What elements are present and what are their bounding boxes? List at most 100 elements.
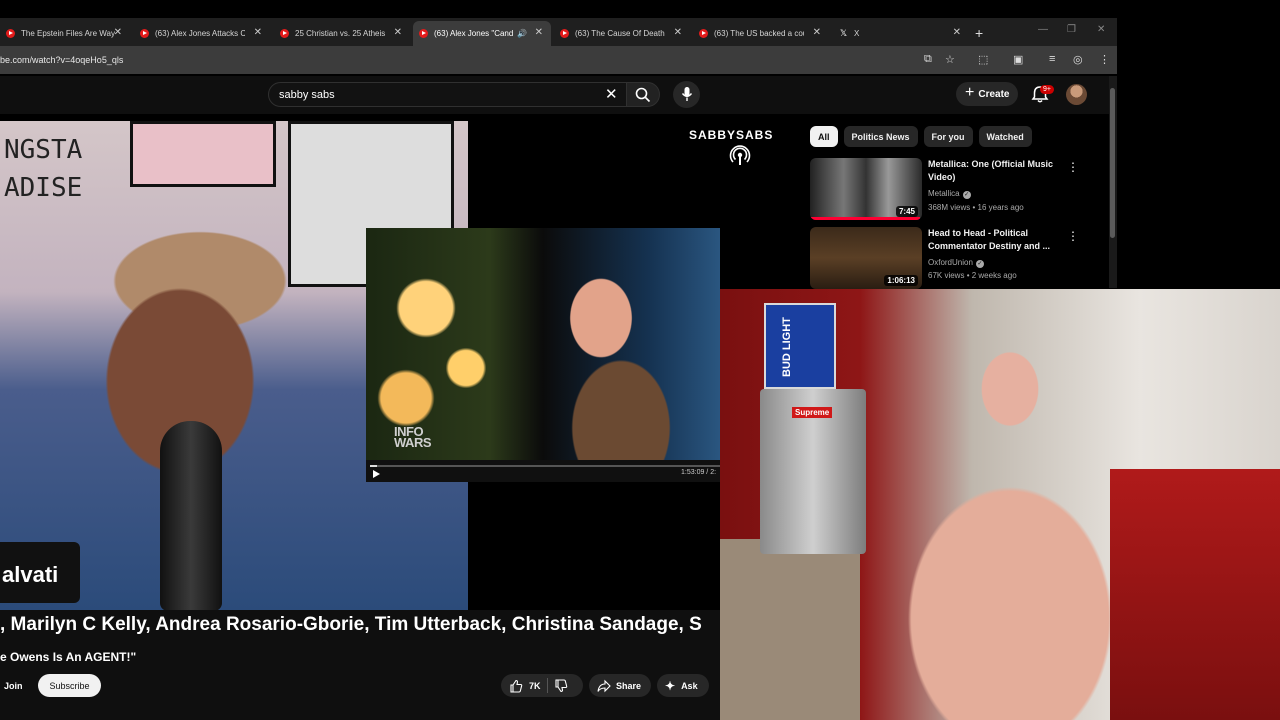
sparkle-icon: ✦ xyxy=(665,678,676,693)
close-tab-icon[interactable]: ✕ xyxy=(114,27,122,38)
upload-age: 16 years ago xyxy=(977,203,1024,212)
like-count[interactable]: 7K xyxy=(529,681,541,691)
filter-chips: All Politics News For you Watched xyxy=(810,126,1032,147)
share-icon xyxy=(597,679,611,692)
youtube-header: sabby sabs ✕ + Create xyxy=(0,76,1117,114)
tab-title: X xyxy=(854,29,860,38)
browser-tab[interactable]: (63) The Cause Of Death ✕ xyxy=(554,21,690,46)
avatar[interactable] xyxy=(1066,84,1087,105)
menu-icon[interactable]: ⋮ xyxy=(1099,53,1110,66)
channel-watermark: SABBYSABS xyxy=(689,128,774,142)
channel-name[interactable]: OxfordUnion ✓ xyxy=(928,258,984,268)
view-count: 368M views xyxy=(928,203,971,212)
install-icon[interactable]: ⧉ xyxy=(924,53,932,66)
join-button[interactable]: Join xyxy=(0,674,30,697)
ask-label: Ask xyxy=(681,680,698,691)
window-close-icon[interactable]: ✕ xyxy=(1097,24,1105,35)
browser-tab[interactable]: 25 Christian vs. 25 Atheist ✕ xyxy=(274,21,410,46)
box-label: BUD LIGHT xyxy=(781,317,793,377)
share-button[interactable]: Share xyxy=(589,674,651,697)
more-actions-icon[interactable]: ⋮ xyxy=(1067,229,1079,243)
browser-tab[interactable]: (63) The US backed a cou ✕ xyxy=(693,21,829,46)
close-tab-icon[interactable]: ✕ xyxy=(813,27,821,38)
tab-title: (63) The US backed a cou xyxy=(714,29,804,38)
chip-all[interactable]: All xyxy=(810,126,838,147)
create-button[interactable]: + Create xyxy=(956,82,1018,106)
minimize-icon[interactable]: — xyxy=(1038,24,1048,35)
video-meta: 67K views • 2 weeks ago xyxy=(928,271,1017,280)
x-logo-icon: 𝕏 xyxy=(839,28,848,38)
browser-tab-active[interactable]: (63) Alex Jones "Cand 🔊 ✕ xyxy=(413,21,551,46)
close-tab-icon[interactable]: ✕ xyxy=(254,27,262,38)
thumbs-down-icon[interactable] xyxy=(554,678,568,693)
close-tab-icon[interactable]: ✕ xyxy=(674,27,682,38)
chip-watched[interactable]: Watched xyxy=(978,126,1032,147)
channel-name[interactable]: Metallica ✓ xyxy=(928,189,971,199)
maximize-icon[interactable]: ❐ xyxy=(1067,24,1076,35)
microphone-icon xyxy=(681,87,693,101)
duration-badge: 1:06:13 xyxy=(884,275,918,286)
youtube-icon xyxy=(699,29,708,38)
recommendation-title[interactable]: Metallica: One (Official Music Video) xyxy=(928,158,1058,184)
tab-title: (63) Alex Jones Attacks Ca xyxy=(155,29,245,38)
wall-sign: NGSTA ADISE xyxy=(4,135,83,203)
clip-progress-bar xyxy=(370,465,720,467)
youtube-icon xyxy=(6,29,15,38)
address-bar: be.com/watch?v=4oqeHo5_qls ⧉ ☆ ⬚ ▣ ≡ ◎ ⋮ xyxy=(0,46,1117,74)
video-title: e Owens Is An AGENT!" xyxy=(0,650,137,664)
browser-tab[interactable]: 𝕏 X ✕ xyxy=(833,21,969,46)
youtube-icon xyxy=(560,29,569,38)
tab-title: 25 Christian vs. 25 Atheist xyxy=(295,29,385,38)
close-tab-icon[interactable]: ✕ xyxy=(953,27,961,38)
ask-button[interactable]: ✦ Ask xyxy=(657,674,709,697)
recommendation-title[interactable]: Head to Head - Political Commentator Des… xyxy=(928,227,1058,253)
search-input[interactable]: sabby sabs xyxy=(279,89,335,101)
red-bed xyxy=(1110,469,1280,720)
infowars-logo: INFO WARS xyxy=(394,425,432,449)
play-icon xyxy=(373,470,380,478)
lower-third-name: alvati xyxy=(2,562,59,587)
split-icon[interactable]: ▣ xyxy=(1013,53,1023,66)
chip-for-you[interactable]: For you xyxy=(923,126,973,147)
tab-title: (63) Alex Jones "Cand xyxy=(434,29,514,38)
search-button[interactable] xyxy=(626,82,660,107)
divider xyxy=(546,678,548,693)
clear-search-icon[interactable]: ✕ xyxy=(605,85,618,103)
share-label: Share xyxy=(616,680,642,691)
studio-microphone xyxy=(160,421,222,610)
verified-icon: ✓ xyxy=(975,260,984,268)
subscribe-button[interactable]: Subscribe xyxy=(38,674,101,697)
watched-progress xyxy=(810,217,920,220)
podcast-icon xyxy=(729,145,751,165)
url-field[interactable]: be.com/watch?v=4oqeHo5_qls xyxy=(0,55,123,65)
recommendation-item[interactable]: 7:45 Metallica: One (Official Music Vide… xyxy=(810,158,1110,220)
media-icon[interactable]: ≡ xyxy=(1049,53,1055,65)
browser-tab[interactable]: The Epstein Files Are Way ✕ xyxy=(0,21,130,46)
search-box[interactable]: sabby sabs ✕ xyxy=(268,82,628,107)
close-tab-icon[interactable]: ✕ xyxy=(394,27,402,38)
video-thumbnail[interactable]: 1:06:13 xyxy=(810,227,922,289)
close-tab-icon[interactable]: ✕ xyxy=(535,27,543,38)
scrollbar-thumb[interactable] xyxy=(1110,88,1115,238)
video-thumbnail[interactable]: 7:45 xyxy=(810,158,922,220)
clip-progress-fill xyxy=(370,465,377,467)
upload-age: 2 weeks ago xyxy=(971,271,1017,280)
duration-badge: 7:45 xyxy=(895,206,918,217)
browser-tab[interactable]: (63) Alex Jones Attacks Ca ✕ xyxy=(134,21,270,46)
speaker-icon[interactable]: 🔊 xyxy=(517,29,527,38)
verified-icon: ✓ xyxy=(962,191,971,199)
youtube-icon xyxy=(280,29,289,38)
profile-icon[interactable]: ◎ xyxy=(1073,53,1083,66)
channel-name-text: Metallica xyxy=(928,189,960,198)
notification-badge: 9+ xyxy=(1040,85,1054,94)
new-tab-icon[interactable]: + xyxy=(975,25,983,41)
voice-search-button[interactable] xyxy=(673,81,700,108)
wall-poster xyxy=(130,121,276,187)
plus-icon: + xyxy=(965,84,975,101)
more-actions-icon[interactable]: ⋮ xyxy=(1067,160,1079,174)
thumbs-up-icon[interactable] xyxy=(509,679,523,693)
extensions-icon[interactable]: ⬚ xyxy=(978,53,988,66)
star-icon[interactable]: ☆ xyxy=(945,53,955,66)
chip-politics-news[interactable]: Politics News xyxy=(843,126,918,147)
recommendation-item[interactable]: 1:06:13 Head to Head - Political Comment… xyxy=(810,227,1110,289)
